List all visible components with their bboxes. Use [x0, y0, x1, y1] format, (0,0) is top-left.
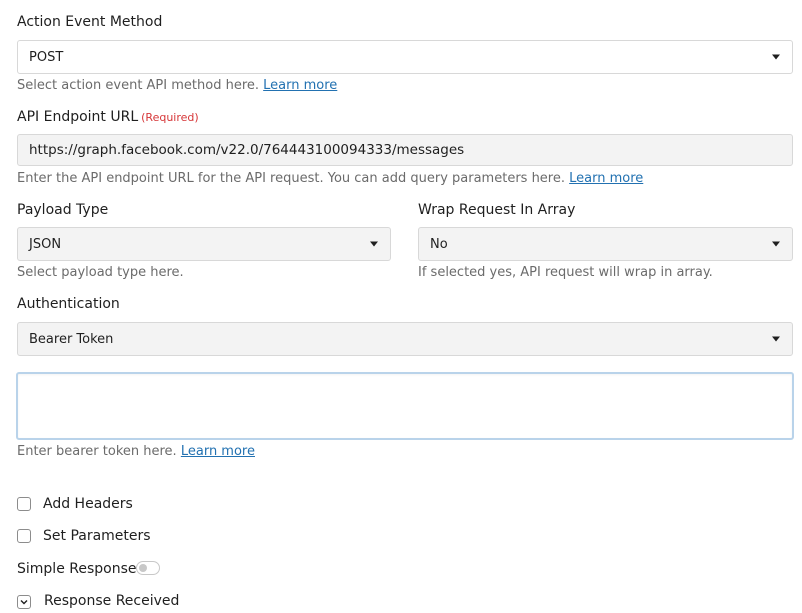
payload-type-value: JSON: [29, 236, 62, 252]
simple-response-toggle[interactable]: [136, 561, 160, 575]
action-event-method-select[interactable]: POST: [17, 40, 793, 74]
wrap-request-select[interactable]: No: [418, 227, 793, 261]
action-event-method-value: POST: [29, 49, 64, 65]
add-headers-label[interactable]: Add Headers: [43, 496, 133, 512]
caret-down-icon: [370, 241, 378, 247]
authentication-label: Authentication: [17, 296, 120, 312]
payload-type-label: Payload Type: [17, 202, 109, 218]
api-endpoint-input[interactable]: https://graph.facebook.com/v22.0/7644431…: [17, 134, 793, 166]
required-marker: (Required): [141, 111, 199, 124]
set-parameters-label[interactable]: Set Parameters: [43, 528, 151, 544]
api-endpoint-help-text: Enter the API endpoint URL for the API r…: [17, 171, 565, 186]
bearer-token-help-text: Enter bearer token here.: [17, 444, 177, 459]
response-received-label[interactable]: Response Received: [44, 593, 179, 609]
bearer-token-help: Enter bearer token here. Learn more: [17, 444, 255, 459]
caret-down-icon: [772, 54, 780, 60]
authentication-value: Bearer Token: [29, 331, 114, 347]
api-endpoint-label: API Endpoint URL (Required): [17, 109, 199, 125]
api-endpoint-value: https://graph.facebook.com/v22.0/7644431…: [29, 142, 465, 158]
payload-type-select[interactable]: JSON: [17, 227, 391, 261]
caret-down-icon: [772, 241, 780, 247]
authentication-select[interactable]: Bearer Token: [17, 322, 793, 356]
action-event-method-help: Select action event API method here. Lea…: [17, 78, 337, 93]
action-event-method-learn-more-link[interactable]: Learn more: [263, 78, 337, 93]
api-endpoint-learn-more-link[interactable]: Learn more: [569, 171, 643, 186]
action-event-method-help-text: Select action event API method here.: [17, 78, 260, 93]
wrap-request-label: Wrap Request In Array: [418, 202, 576, 218]
payload-type-help: Select payload type here.: [17, 265, 184, 280]
bearer-token-learn-more-link[interactable]: Learn more: [181, 444, 255, 459]
bearer-token-textarea[interactable]: [16, 372, 794, 440]
response-received-toggle[interactable]: [17, 595, 31, 609]
caret-down-icon: [772, 336, 780, 342]
api-endpoint-label-text: API Endpoint URL: [17, 109, 139, 125]
add-headers-checkbox[interactable]: [17, 497, 31, 511]
wrap-request-value: No: [430, 236, 448, 252]
set-parameters-checkbox[interactable]: [17, 529, 31, 543]
action-event-method-label: Action Event Method: [17, 14, 163, 30]
toggle-knob: [139, 564, 147, 572]
simple-response-label: Simple Response: [17, 561, 137, 577]
wrap-request-help: If selected yes, API request will wrap i…: [418, 265, 713, 280]
api-endpoint-help: Enter the API endpoint URL for the API r…: [17, 171, 643, 186]
chevron-down-icon: [20, 600, 28, 605]
